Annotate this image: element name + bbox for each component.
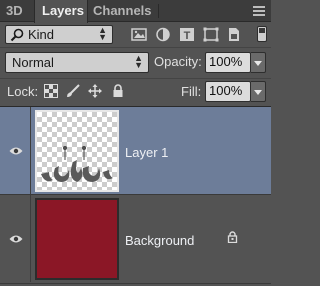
divider [0, 78, 271, 79]
filter-adjustment-layer-icon[interactable] [155, 27, 171, 42]
opacity-slider-button[interactable] [251, 52, 266, 73]
filter-pixel-layer-icon[interactable] [131, 27, 147, 42]
layers-list: Layer 1 Background [0, 106, 271, 286]
search-icon [10, 28, 24, 42]
opacity-input[interactable]: 100% [205, 52, 251, 73]
panel-menu-icon[interactable] [253, 6, 265, 16]
fill-input[interactable]: 100% [205, 81, 251, 102]
tab-layers[interactable]: Layers [34, 0, 88, 23]
filter-shape-layer-icon[interactable] [203, 27, 219, 42]
tab-channels[interactable]: Channels [93, 0, 155, 22]
layer-row-background[interactable]: Background [0, 195, 271, 282]
filter-toggle-switch[interactable] [257, 26, 267, 42]
lock-all-icon[interactable] [111, 84, 125, 98]
filter-type-layer-icon[interactable]: T [179, 27, 195, 42]
layer-name[interactable]: Layer 1 [125, 145, 168, 160]
layer-thumbnail [35, 198, 119, 280]
divider [0, 47, 271, 48]
filter-kind-label: Kind [28, 27, 55, 42]
lock-position-move-icon[interactable] [88, 84, 102, 98]
row-separator [0, 283, 271, 284]
fill-label: Fill: [181, 84, 202, 99]
visibility-column [0, 107, 31, 194]
blend-mode-dropdown[interactable]: Normal ▲ ▼ [5, 52, 149, 73]
tab-3d[interactable]: 3D [6, 0, 34, 22]
lock-label: Lock: [7, 84, 39, 99]
lock-image-pixels-brush-icon[interactable] [66, 84, 80, 98]
eye-visibility-icon[interactable] [9, 234, 23, 244]
panel-tab-bar: 3D Layers Channels [0, 0, 271, 23]
updown-arrows-icon: ▲ ▼ [98, 25, 107, 42]
visibility-column [0, 195, 31, 282]
filter-kind-dropdown[interactable]: Kind ▲ ▼ [5, 25, 113, 44]
filter-smart-object-icon[interactable] [226, 27, 242, 42]
eye-visibility-icon[interactable] [9, 146, 23, 156]
svg-text:T: T [184, 30, 191, 42]
tab-separator [158, 4, 159, 18]
opacity-label: Opacity: [154, 54, 202, 69]
fill-slider-button[interactable] [251, 81, 266, 102]
lock-transparent-pixels-icon[interactable] [44, 84, 58, 98]
thumbnail-artwork [41, 146, 113, 182]
layer-lock-icon[interactable] [227, 231, 238, 243]
blend-mode-value: Normal [12, 55, 54, 70]
layer-name[interactable]: Background [125, 233, 194, 248]
layer-thumbnail [35, 110, 119, 192]
updown-arrows-icon: ▲ ▼ [134, 53, 143, 70]
layer-row-layer-1[interactable]: Layer 1 [0, 107, 271, 194]
